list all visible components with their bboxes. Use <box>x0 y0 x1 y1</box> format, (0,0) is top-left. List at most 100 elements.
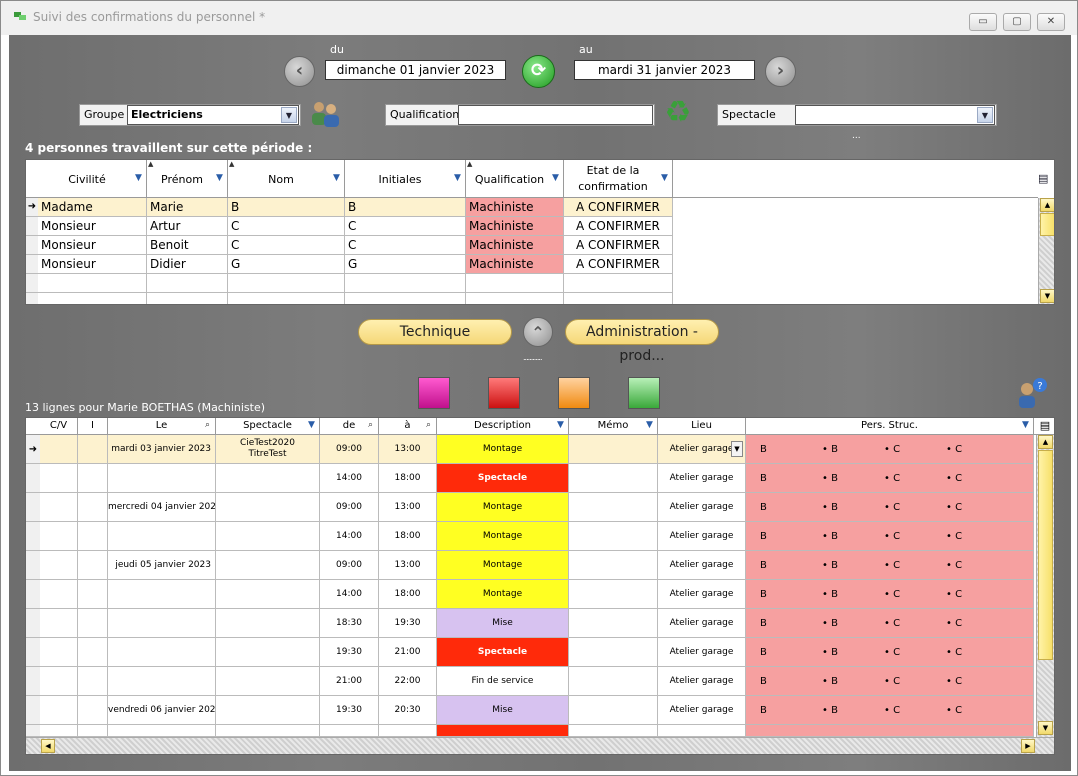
search-icon[interactable]: ⌕ <box>424 421 433 430</box>
table-cell[interactable] <box>108 725 216 737</box>
row-selector[interactable] <box>26 522 41 551</box>
table-cell[interactable]: Machiniste <box>466 217 564 236</box>
header-a[interactable]: à ⌕ <box>379 418 437 435</box>
table-cell[interactable] <box>216 696 320 725</box>
table-cell[interactable]: 09:00 <box>320 493 379 522</box>
table-cell[interactable] <box>38 293 147 304</box>
table-cell[interactable] <box>78 580 108 609</box>
table-cell[interactable]: 19:30 <box>379 609 437 638</box>
row-selector[interactable] <box>26 725 41 737</box>
row-selector[interactable] <box>26 609 41 638</box>
table-cell[interactable] <box>108 667 216 696</box>
header-cv[interactable]: C/V <box>40 418 78 435</box>
table-cell[interactable]: 18:30 <box>320 609 379 638</box>
minimize-button[interactable]: ▭ <box>969 13 997 31</box>
scroll-left-arrow[interactable]: ◀ <box>41 739 55 753</box>
table-cell[interactable]: 19:30 <box>320 638 379 667</box>
filter-icon[interactable]: ▼ <box>660 174 669 183</box>
vertical-scrollbar[interactable]: ▲ ▼ <box>1036 435 1054 737</box>
row-selector[interactable] <box>26 638 41 667</box>
red-swatch[interactable] <box>488 377 520 409</box>
table-cell[interactable] <box>147 293 228 304</box>
table-cell[interactable] <box>78 493 108 522</box>
scroll-down-arrow[interactable]: ▼ <box>1040 289 1054 303</box>
filter-icon[interactable]: ▼ <box>556 421 565 430</box>
table-cell[interactable] <box>40 725 78 737</box>
group-select[interactable]: Electriciens ▼ <box>127 105 299 125</box>
table-cell[interactable] <box>228 274 345 293</box>
scroll-thumb[interactable] <box>1040 213 1054 236</box>
table-cell[interactable] <box>569 725 658 737</box>
table-cell[interactable]: Benoit <box>147 236 228 255</box>
table-cell[interactable] <box>379 725 437 737</box>
table-cell[interactable]: B • B • C • C <box>746 609 1034 638</box>
table-cell[interactable]: 13:00 <box>379 493 437 522</box>
table-settings-icon[interactable]: ▤ <box>1038 172 1048 185</box>
table-cell[interactable] <box>216 667 320 696</box>
header-memo[interactable]: Mémo ▼ <box>569 418 658 435</box>
table-cell[interactable] <box>466 293 564 304</box>
table-cell[interactable] <box>320 725 379 737</box>
tab-administration[interactable]: Administration - prod... <box>565 319 719 364</box>
table-cell[interactable] <box>78 696 108 725</box>
table-cell[interactable] <box>108 464 216 493</box>
table-cell[interactable]: Atelier garage <box>658 522 746 551</box>
row-selector[interactable] <box>26 493 41 522</box>
table-cell[interactable] <box>40 667 78 696</box>
table-cell[interactable] <box>78 464 108 493</box>
table-cell[interactable]: 22:00 <box>379 667 437 696</box>
table-cell[interactable] <box>40 551 78 580</box>
table-cell[interactable] <box>216 464 320 493</box>
header-qualification[interactable]: Qualification ▲ ▼ <box>466 160 564 198</box>
header-prenom[interactable]: Prénom ▲ ▼ <box>147 160 228 198</box>
table-cell[interactable] <box>108 609 216 638</box>
table-cell[interactable]: Atelier garage <box>658 696 746 725</box>
help-user-icon[interactable]: ? <box>1015 377 1049 409</box>
table-cell[interactable]: mercredi 04 janvier 2023 <box>108 493 216 522</box>
table-cell[interactable] <box>569 522 658 551</box>
table-cell[interactable] <box>40 609 78 638</box>
table-cell[interactable]: Machiniste <box>466 255 564 274</box>
table-cell[interactable]: 21:00 <box>379 638 437 667</box>
table-cell[interactable] <box>345 274 466 293</box>
table-cell[interactable] <box>345 293 466 304</box>
table-cell[interactable]: A CONFIRMER <box>564 255 673 274</box>
row-selector[interactable] <box>26 580 41 609</box>
collapse-icon[interactable]: ⌃ <box>523 317 553 347</box>
header-pers-struc[interactable]: Pers. Struc. ▼ <box>746 418 1034 435</box>
table-cell[interactable]: Atelier garage <box>658 551 746 580</box>
table-cell[interactable] <box>569 551 658 580</box>
maximize-button[interactable]: ▢ <box>1003 13 1031 31</box>
table-cell[interactable]: A CONFIRMER <box>564 217 673 236</box>
table-cell[interactable]: Didier <box>147 255 228 274</box>
scroll-thumb[interactable] <box>1038 450 1053 660</box>
table-cell[interactable]: Montage <box>437 493 569 522</box>
filter-icon[interactable]: ▼ <box>332 174 341 183</box>
table-cell[interactable]: Machiniste <box>466 236 564 255</box>
table-cell[interactable] <box>569 580 658 609</box>
table-cell[interactable] <box>40 435 78 464</box>
table-cell[interactable] <box>147 274 228 293</box>
table-cell[interactable] <box>40 493 78 522</box>
table-cell[interactable]: 14:00 <box>320 522 379 551</box>
table-cell[interactable] <box>569 609 658 638</box>
next-period-button[interactable]: › <box>765 56 796 87</box>
search-icon[interactable]: ⌕ <box>366 421 375 430</box>
table-cell[interactable]: Atelier garage <box>658 609 746 638</box>
header-le[interactable]: Le ⌕ <box>108 418 216 435</box>
header-lieu[interactable]: Lieu <box>658 418 746 435</box>
table-cell[interactable] <box>569 464 658 493</box>
table-cell[interactable]: B • B • C • C <box>746 638 1034 667</box>
table-cell[interactable] <box>78 725 108 737</box>
magenta-swatch[interactable] <box>418 377 450 409</box>
table-cell[interactable] <box>437 725 569 737</box>
table-cell[interactable]: 14:00 <box>320 464 379 493</box>
chevron-down-icon[interactable]: ▼ <box>977 107 993 123</box>
table-cell[interactable] <box>216 493 320 522</box>
users-icon[interactable] <box>309 99 341 129</box>
table-cell[interactable]: 20:30 <box>379 696 437 725</box>
table-cell[interactable] <box>78 609 108 638</box>
filter-icon[interactable]: ▼ <box>551 174 560 183</box>
table-cell[interactable]: Fin de service <box>437 667 569 696</box>
table-cell[interactable] <box>658 725 746 737</box>
